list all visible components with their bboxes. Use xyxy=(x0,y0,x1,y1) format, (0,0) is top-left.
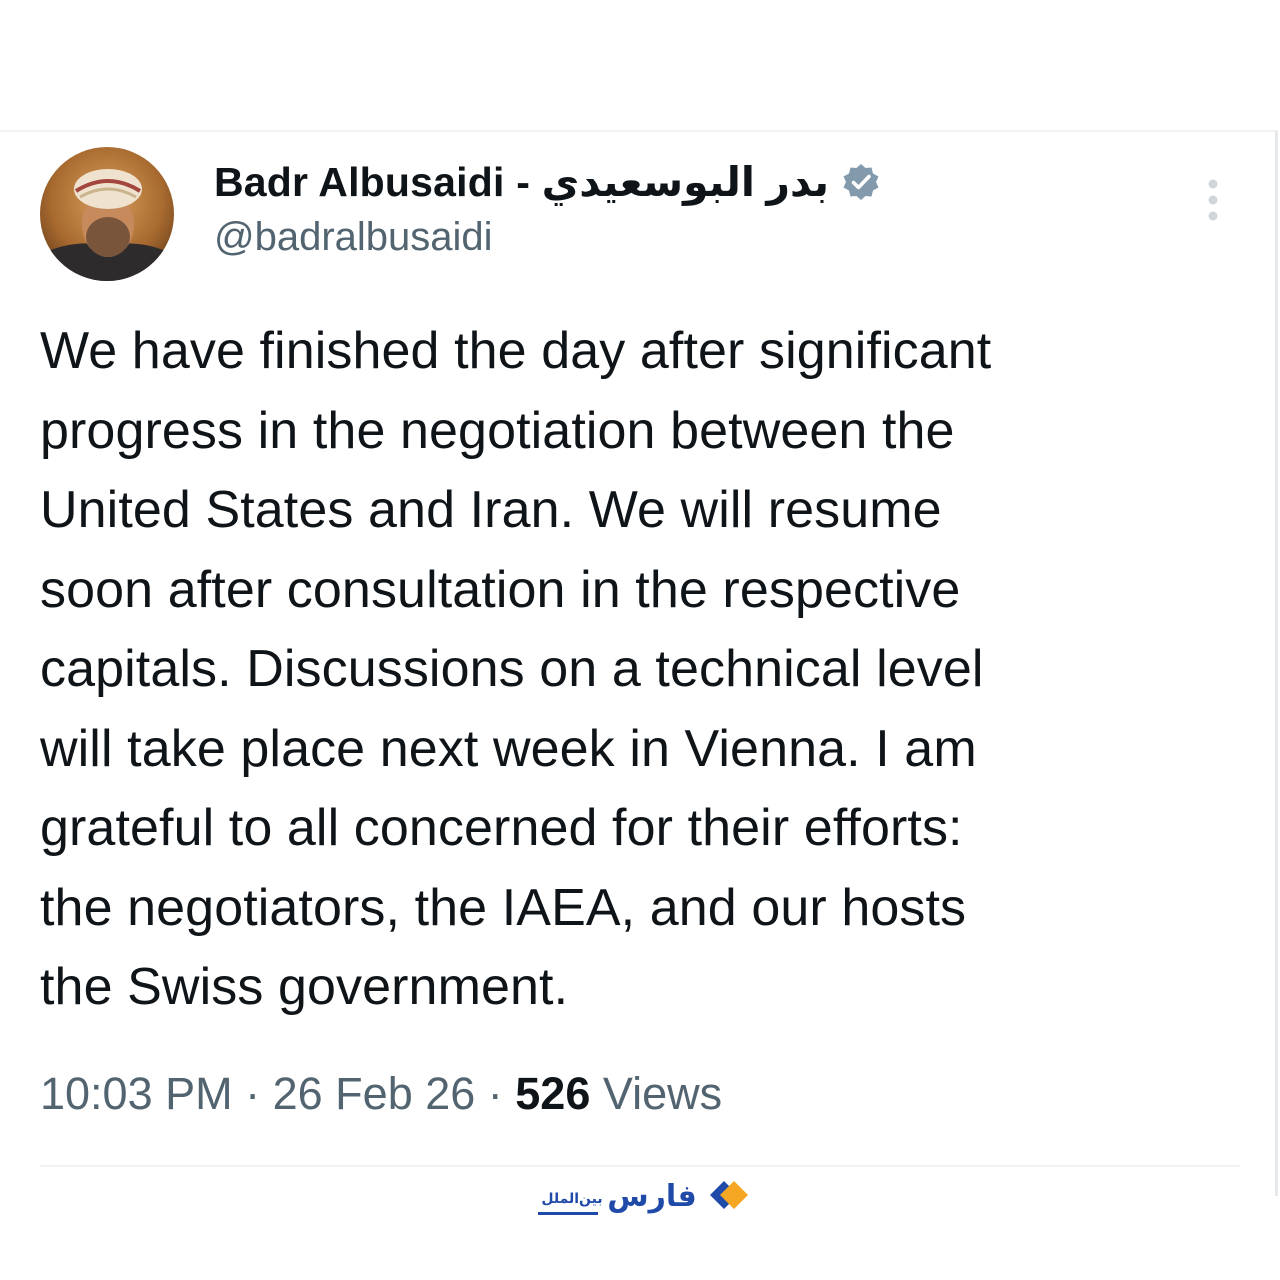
tweet-meta: 10:03 PM · 26 Feb 26 · 526 Views xyxy=(40,1068,722,1120)
author-handle[interactable]: @badralbusaidi xyxy=(214,215,493,260)
avatar[interactable] xyxy=(40,147,174,281)
fars-logo-icon: فارس بین‌الملل xyxy=(532,1168,752,1224)
tweet-text-line: will take place next week in Vienna. I a… xyxy=(40,719,977,778)
views-label: Views xyxy=(602,1068,723,1119)
views-count: 526 xyxy=(515,1068,591,1119)
meta-separator: · xyxy=(232,1068,273,1119)
tweet-text-line: the Swiss government. xyxy=(40,958,569,1016)
meta-separator: · xyxy=(475,1068,516,1119)
author-name-row: Badr Albusaidi - بدر البوسعيدي xyxy=(214,152,881,212)
tweet-text-line: the negotiators, the IAEA, and our hosts xyxy=(40,878,967,937)
tweet-time[interactable]: 10:03 PM xyxy=(40,1068,233,1119)
tweet-text-line: We have finished the day after significa… xyxy=(40,322,992,380)
tweet-text-line: soon after consultation in the respectiv… xyxy=(40,560,961,619)
tweet-text-line: progress in the negotiation between the xyxy=(40,401,955,460)
tweet-text-line: United States and Iran. We will resume xyxy=(40,481,942,539)
verified-badge-icon xyxy=(841,162,881,202)
divider xyxy=(40,1165,1240,1167)
user-avatar-photo-icon xyxy=(40,147,174,281)
tweet-text-line: capitals. Discussions on a technical lev… xyxy=(40,640,984,698)
logo-sub-text: بین‌الملل xyxy=(541,1191,602,1207)
tweet-text: We have finished the day after significa… xyxy=(40,312,1220,1028)
tweet-text-line: grateful to all concerned for their effo… xyxy=(40,799,963,857)
tweet-date[interactable]: 26 Feb 26 xyxy=(273,1068,476,1119)
logo-brand-text: فارس xyxy=(607,1179,697,1214)
author-display-name[interactable]: Badr Albusaidi - بدر البوسعيدي xyxy=(214,158,829,206)
more-options-icon[interactable] xyxy=(1196,176,1230,224)
